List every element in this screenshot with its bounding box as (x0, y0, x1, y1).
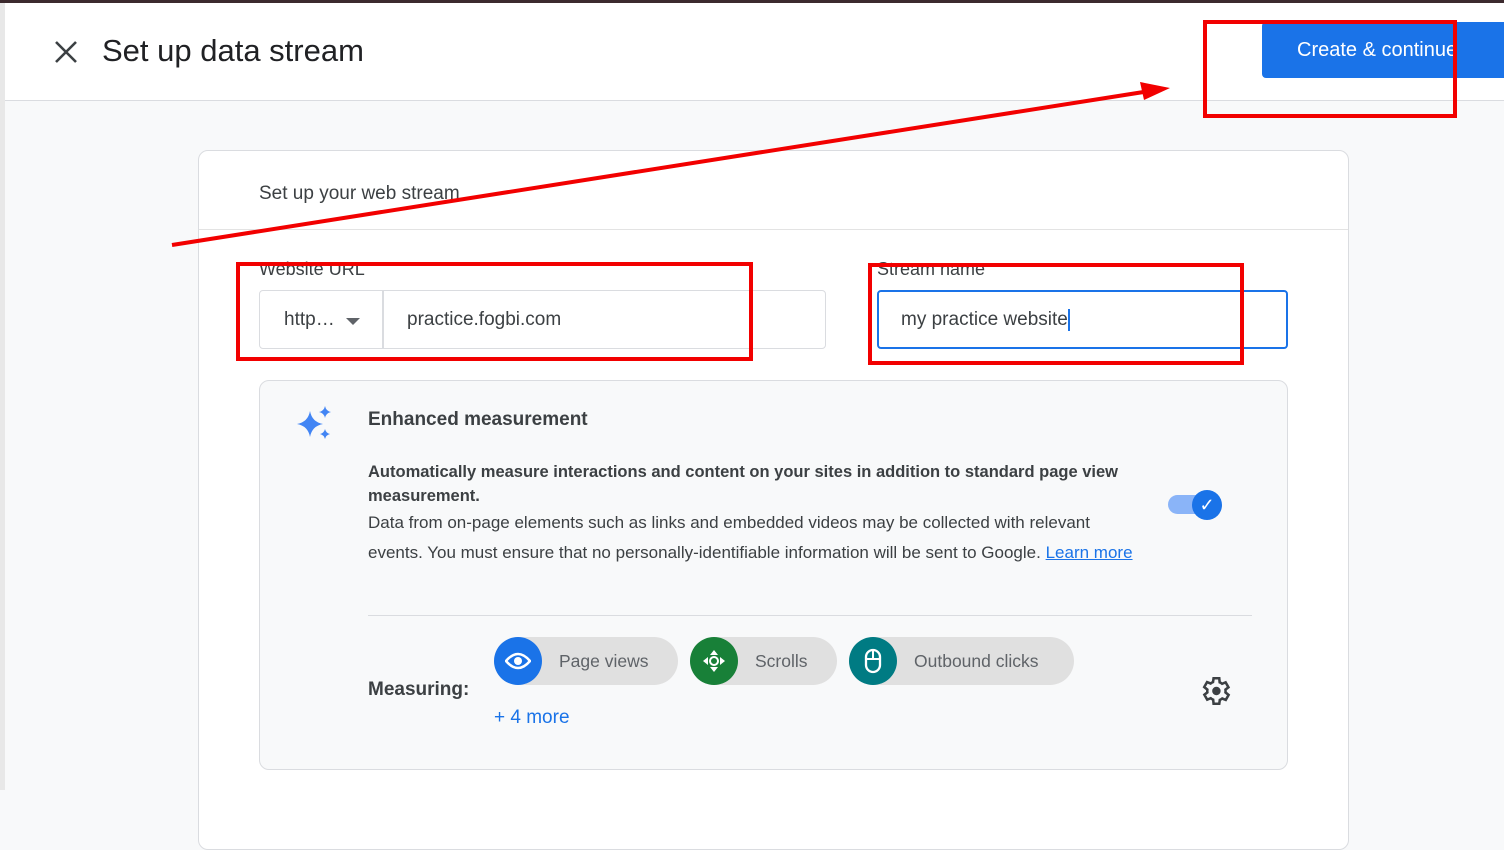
description-text: Data from on-page elements such as links… (368, 513, 1090, 562)
card-title: Set up your web stream (259, 183, 460, 204)
sparkle-icon (297, 406, 331, 439)
chip-scrolls: Scrolls (690, 637, 837, 685)
enhanced-toggle[interactable]: ✓ (1168, 489, 1222, 521)
chip-label: Page views (559, 651, 649, 671)
divider (199, 229, 1348, 230)
more-link[interactable]: + 4 more (494, 707, 570, 729)
mouse-icon (849, 637, 897, 685)
annotation-box-stream-name (868, 263, 1244, 365)
background-page-edge (0, 3, 5, 790)
enhanced-description: Data from on-page elements such as links… (368, 508, 1148, 568)
scroll-icon (690, 637, 738, 685)
annotation-box-url (236, 262, 753, 361)
enhanced-summary: Automatically measure interactions and c… (368, 463, 1118, 505)
close-icon[interactable] (53, 39, 79, 65)
chip-label: Scrolls (755, 651, 808, 671)
chip-outbound-clicks: Outbound clicks (849, 637, 1074, 685)
chip-label: Outbound clicks (914, 651, 1039, 671)
enhanced-measurement-panel: Enhanced measurement Automatically measu… (259, 380, 1288, 770)
page-title: Set up data stream (102, 33, 364, 68)
chip-page-views: Page views (494, 637, 678, 685)
annotation-box-create (1203, 20, 1457, 118)
web-stream-card: Set up your web stream Website URL http…… (198, 150, 1349, 850)
eye-icon (494, 637, 542, 685)
divider (368, 615, 1252, 616)
enhanced-title: Enhanced measurement (368, 409, 588, 430)
learn-more-link[interactable]: Learn more (1046, 543, 1133, 562)
measuring-label: Measuring: (368, 679, 470, 700)
check-icon: ✓ (1192, 490, 1222, 520)
gear-icon[interactable] (1198, 674, 1232, 708)
